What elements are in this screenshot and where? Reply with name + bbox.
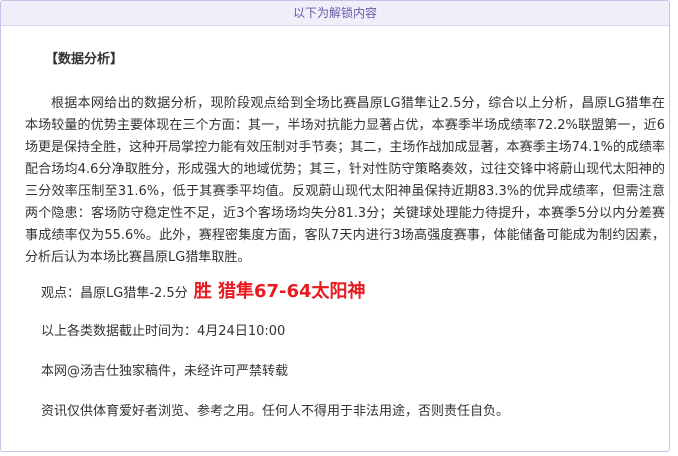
section-title: 【数据分析】 [45,52,124,67]
viewpoint-line: 观点：昌原LG猎隼-2.5分胜 猎隼67-64太阳神 [25,275,669,309]
copyright-text: 本网@汤吉仕独家稿件，未经许可严禁转载 [41,364,289,379]
unlock-banner: 以下为解锁内容 [1,1,669,26]
analysis-paragraph: 根据本网给出的数据分析，现阶段观点给到全场比赛昌原LG猎隼让2.5分，综合以上分… [25,96,665,265]
viewpoint-result: 胜 猎隼67-64太阳神 [193,281,366,302]
disclaimer-text: 资讯仅供体育爱好者浏览、参考之用。任何人不得用于非法用途，否则责任自负。 [41,404,510,419]
data-cutoff-text: 以上各类数据截止时间为：4月24日10:00 [41,324,286,339]
article-body: 【数据分析】 根据本网给出的数据分析，现阶段观点给到全场比赛昌原LG猎隼让2.5… [1,49,669,423]
content-panel: 以下为解锁内容 【数据分析】 根据本网给出的数据分析，现阶段观点给到全场比赛昌原… [0,0,670,452]
viewpoint-label: 观点：昌原LG猎隼-2.5分 [41,286,188,301]
